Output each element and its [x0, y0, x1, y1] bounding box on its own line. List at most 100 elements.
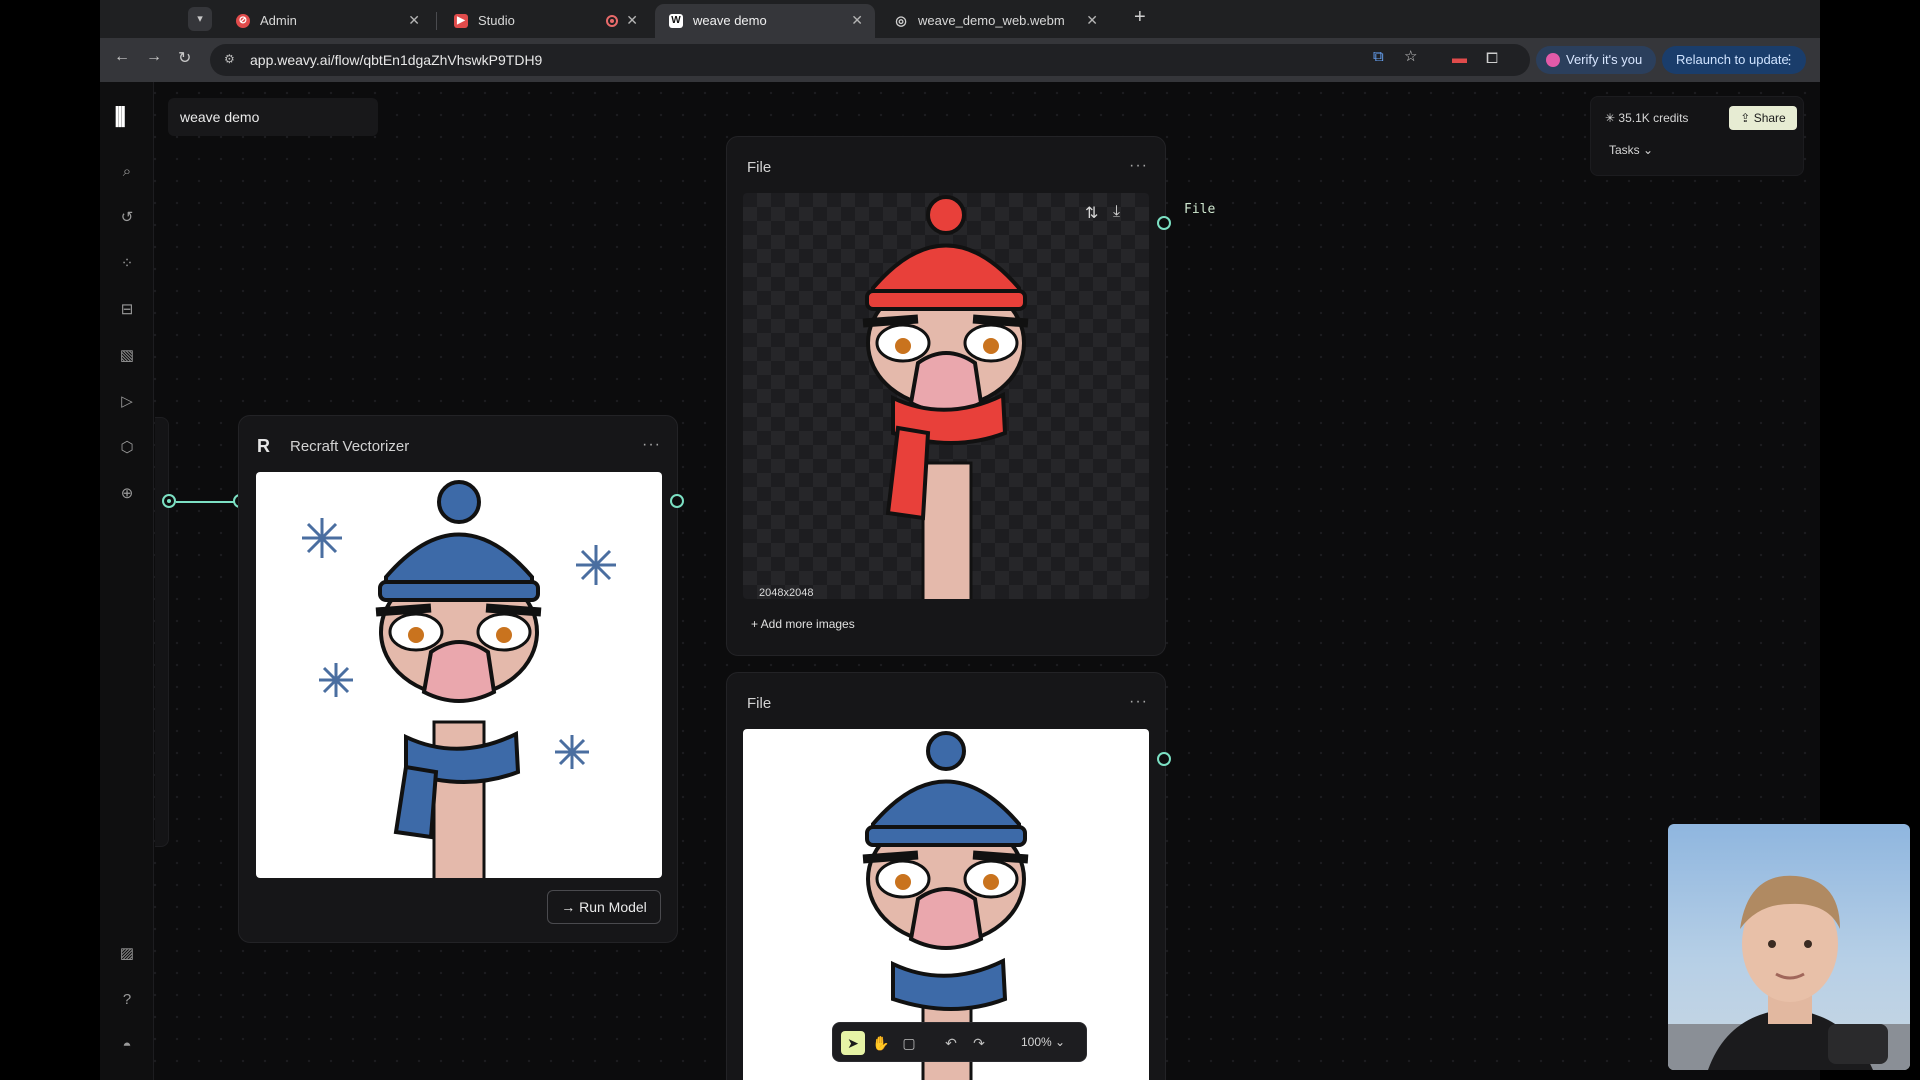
output-handle[interactable] — [670, 494, 684, 508]
presenter-video — [1668, 875, 1910, 1070]
output-handle[interactable] — [1157, 752, 1171, 766]
install-app-icon[interactable]: ⧉ — [1373, 48, 1384, 65]
flow-canvas[interactable]: ||| ⌕ ↺ ⁘ ⊟ ▧ ▷ ⬡ ⊕ ▨ ? ◓ weave demo ✳ 3… — [100, 82, 1820, 1080]
select-tool-icon[interactable]: ➤ — [841, 1031, 865, 1055]
weavy-favicon-icon: W — [669, 14, 683, 28]
tab-title: Studio — [478, 13, 515, 28]
gallery-icon[interactable]: ▨ — [117, 944, 137, 964]
studio-favicon-icon: ▶ — [454, 14, 468, 28]
swap-icon[interactable]: ⇅ — [1085, 203, 1098, 223]
close-icon[interactable]: ✕ — [626, 12, 638, 29]
credits-label: ✳ 35.1K credits — [1605, 111, 1689, 125]
weavy-logo-icon[interactable]: ||| — [114, 102, 127, 128]
chevron-down-icon: ⌄ — [1055, 1035, 1066, 1049]
extensions-puzzle-icon[interactable]: ⧠ — [1486, 50, 1498, 67]
share-icon: ⇪ — [1740, 111, 1751, 125]
tab-studio[interactable]: ▶ Studio ✕ — [440, 4, 650, 38]
node-menu-button[interactable]: ··· — [642, 436, 661, 454]
admin-favicon-icon: ⊘ — [236, 14, 250, 28]
input-handle[interactable] — [162, 494, 176, 508]
arrow-left-icon: ← — [114, 48, 130, 65]
image-icon[interactable]: ▧ — [117, 346, 137, 366]
verify-label: Verify it's you — [1566, 52, 1643, 67]
tab-title: weave demo — [693, 13, 767, 28]
credits-value: 35.1K credits — [1618, 111, 1689, 125]
collapsed-panel — [155, 417, 169, 847]
relaunch-button[interactable]: Relaunch to update ⋮ — [1662, 46, 1806, 74]
tab-title: Admin — [260, 13, 297, 28]
3d-box-icon[interactable]: ⬡ — [117, 438, 137, 458]
tab-weave-demo[interactable]: W weave demo ✕ — [655, 4, 875, 38]
tasks-dropdown[interactable]: Tasks ⌄ — [1609, 143, 1653, 157]
download-icon[interactable]: ⤓ — [1113, 203, 1120, 221]
file-node[interactable]: File ··· — [726, 672, 1166, 1080]
hand-tool-icon[interactable]: ✋ — [869, 1031, 893, 1055]
chevron-down-icon: ⌄ — [1643, 143, 1654, 157]
extension-icon[interactable]: ▬ — [1452, 50, 1467, 67]
bookmark-star-icon[interactable]: ☆ — [1404, 47, 1417, 65]
profile-avatar-icon — [1546, 53, 1560, 67]
ostrich-red-hat-illustration — [862, 195, 1029, 599]
add-more-images-button[interactable]: + Add more images — [751, 617, 855, 631]
forward-button[interactable]: → — [146, 48, 162, 66]
ostrich-blue-hat-illustration — [302, 480, 616, 878]
video-icon[interactable]: ▷ — [117, 392, 137, 412]
browser-toolbar: ← → ↻ ⚙ app.weavy.ai/flow/qbtEn1dgaZhVhs… — [100, 38, 1820, 82]
image-resolution: 2048x2048 — [759, 587, 814, 599]
output-handle[interactable] — [1157, 216, 1171, 230]
connection-edge — [176, 501, 234, 503]
canvas-toolbar: ➤ ✋ ▢ ↶ ↷ 100% ⌄ — [832, 1022, 1087, 1062]
history-icon[interactable]: ↺ — [117, 208, 137, 228]
share-button[interactable]: ⇪ Share — [1729, 106, 1797, 130]
arrow-right-icon: → — [146, 48, 162, 65]
node-title: Recraft Vectorizer — [290, 438, 410, 455]
toolbox-icon[interactable]: ⊟ — [117, 300, 137, 320]
node-menu-button[interactable]: ··· — [1129, 157, 1148, 175]
project-name-field[interactable]: weave demo — [168, 98, 378, 136]
close-icon[interactable]: ✕ — [1086, 12, 1098, 29]
vectorized-image — [256, 472, 662, 878]
help-icon[interactable]: ? — [117, 990, 137, 1010]
run-model-button[interactable]: → Run Model — [547, 890, 661, 924]
tab-admin[interactable]: ⊘ Admin ✕ — [222, 4, 432, 38]
search-icon[interactable]: ⌕ — [117, 162, 137, 182]
globe-favicon-icon: ◎ — [895, 13, 907, 28]
apps-icon[interactable]: ⁘ — [117, 254, 137, 274]
zoom-value: 100% — [1021, 1035, 1052, 1049]
undo-icon[interactable]: ↶ — [939, 1031, 963, 1055]
reload-button[interactable]: ↻ — [178, 48, 191, 68]
tab-strip: ▾ ⊘ Admin ✕ ▶ Studio ✕ W weave demo ✕ ◎ … — [100, 0, 1820, 38]
close-icon[interactable]: ✕ — [851, 12, 863, 29]
file-node[interactable]: File ··· ⇅ ⤓ 2048x2048 + Add more images — [726, 136, 1166, 656]
tasks-label: Tasks — [1609, 143, 1640, 157]
tab-divider — [436, 12, 437, 30]
more-vert-icon[interactable]: ⋮ — [1783, 46, 1796, 74]
recraft-vectorizer-node[interactable]: R Recraft Vectorizer ··· → Run Model — [238, 415, 678, 943]
relaunch-label: Relaunch to update — [1676, 52, 1789, 67]
url-text: app.weavy.ai/flow/qbtEn1dgaZhVhswkP9TDH9 — [250, 52, 543, 68]
share-label: Share — [1753, 111, 1786, 125]
plus-icon: + — [1134, 6, 1146, 28]
left-sidebar: ||| ⌕ ↺ ⁘ ⊟ ▧ ▷ ⬡ ⊕ ▨ ? ◓ — [100, 82, 154, 1080]
verify-profile-button[interactable]: Verify it's you — [1536, 46, 1656, 74]
redo-icon[interactable]: ↷ — [967, 1031, 991, 1055]
tab-title: weave_demo_web.webm — [918, 13, 1065, 28]
webcam-overlay — [1668, 824, 1910, 1070]
address-bar[interactable]: ⚙ app.weavy.ai/flow/qbtEn1dgaZhVhswkP9TD… — [210, 44, 1530, 76]
file-image-preview: ⇅ ⤓ 2048x2048 — [743, 193, 1149, 599]
new-tab-button[interactable]: + — [1134, 6, 1146, 29]
close-icon[interactable]: ✕ — [408, 12, 420, 29]
sticky-note-icon[interactable]: ▢ — [897, 1031, 921, 1055]
tab-search-button[interactable]: ▾ — [188, 7, 212, 31]
run-model-label: Run Model — [579, 899, 647, 915]
node-menu-button[interactable]: ··· — [1129, 693, 1148, 711]
tab-webm[interactable]: ◎ weave_demo_web.webm ✕ — [880, 4, 1110, 38]
reload-icon: ↻ — [178, 50, 192, 67]
back-button[interactable]: ← — [114, 48, 130, 66]
globe-icon[interactable]: ⊕ — [117, 484, 137, 504]
output-label: File — [1184, 202, 1216, 217]
zoom-level[interactable]: 100% ⌄ — [1021, 1035, 1065, 1049]
site-settings-icon[interactable]: ⚙ — [224, 52, 235, 66]
browser-window: ▾ ⊘ Admin ✕ ▶ Studio ✕ W weave demo ✕ ◎ … — [100, 0, 1820, 1080]
discord-icon[interactable]: ◓ — [117, 1036, 137, 1056]
